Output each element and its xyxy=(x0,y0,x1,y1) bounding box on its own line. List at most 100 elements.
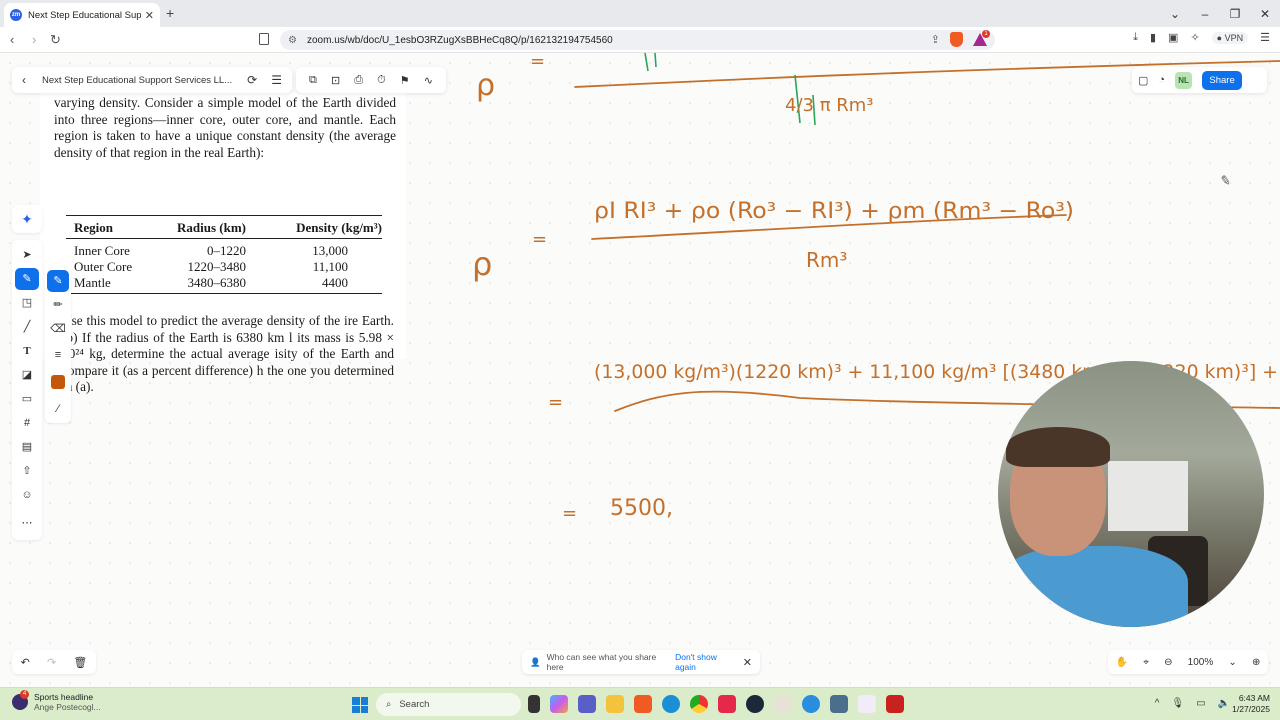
url-bar[interactable]: ⚙ zoom.us/wb/doc/U_1esbO3RZugXsBBHeCq8Q/… xyxy=(280,30,995,50)
sync-icon[interactable]: ⟳ xyxy=(247,73,257,87)
eraser-icon[interactable]: ⌫ xyxy=(47,318,69,340)
back-icon[interactable]: ‹ xyxy=(22,73,26,87)
zoom-in-icon[interactable]: ⊕ xyxy=(1252,657,1260,668)
frame-tool-icon[interactable]: # xyxy=(15,412,39,434)
file-explorer-icon[interactable] xyxy=(606,695,624,713)
numerator-2: ρI RI³ + ρo (Ro³ − RI³) + ρm (Rm³ − Ro³) xyxy=(594,199,1074,224)
news-widget[interactable]: 4 Sports headline Ange Postecogl... xyxy=(12,690,101,712)
undo-icon[interactable]: ↶ xyxy=(21,656,30,669)
vpn-button[interactable]: ● VPN xyxy=(1211,31,1249,44)
close-icon[interactable]: ✕ xyxy=(743,656,752,669)
new-tab-button[interactable]: + xyxy=(166,5,174,21)
volume-icon[interactable]: 🔈 xyxy=(1218,698,1230,709)
sparkle-icon: ✦ xyxy=(21,211,33,227)
pages-icon[interactable]: ⧉ xyxy=(309,74,317,87)
stroke-width-icon[interactable]: ≡ xyxy=(47,344,69,366)
notification-badge: 4 xyxy=(20,690,29,699)
menu-icon[interactable]: ☰ xyxy=(271,73,282,87)
brave-rewards-icon[interactable]: 1 xyxy=(973,30,990,46)
vote-icon[interactable]: ⚑ xyxy=(400,74,410,87)
comment-tool-icon[interactable]: ▭ xyxy=(15,388,39,410)
select-tool-icon[interactable]: ➤ xyxy=(15,244,39,266)
forward-icon[interactable]: › xyxy=(32,32,36,47)
trash-icon[interactable]: 🗑 xyxy=(73,656,87,669)
pencil-icon[interactable]: ✏ xyxy=(47,294,69,316)
reload-icon[interactable]: ↻ xyxy=(50,32,61,48)
edge-icon[interactable] xyxy=(662,695,680,713)
widget-title: Sports headline xyxy=(34,692,94,702)
snipping-tool-icon[interactable] xyxy=(774,695,792,713)
comments-icon[interactable]: ▢ xyxy=(1138,74,1148,87)
locate-icon[interactable]: ⌖ xyxy=(1143,657,1149,668)
whiteboard-tools-bar: ⧉ ⊡ ⎙ ⏱ ⚑ ∿ xyxy=(296,67,446,93)
avatar[interactable]: NL xyxy=(1175,71,1193,89)
calculator-icon[interactable] xyxy=(830,695,848,713)
ai-companion-button[interactable]: ✦ xyxy=(12,205,42,233)
teams-icon[interactable] xyxy=(578,695,596,713)
windows-start-icon[interactable] xyxy=(352,697,368,713)
sidebar-icon[interactable]: ▮ xyxy=(1150,31,1156,44)
export-icon[interactable]: ⎙ xyxy=(354,74,363,87)
download-icon[interactable]: ⤓ xyxy=(1133,31,1138,44)
color-swatch[interactable] xyxy=(51,375,65,389)
shapes-tool-icon[interactable]: ◳ xyxy=(15,292,39,314)
microphone-icon[interactable]: 🎙 xyxy=(1171,698,1184,709)
share-button[interactable]: Share xyxy=(1202,70,1243,90)
clock[interactable]: 6:43 AM 1/27/2025 xyxy=(1232,693,1270,715)
copilot-icon[interactable] xyxy=(550,695,568,713)
more-icon[interactable]: ⋯ xyxy=(15,512,39,534)
present-icon[interactable]: ⊡ xyxy=(331,74,340,87)
url-text[interactable]: zoom.us/wb/doc/U_1esbO3RZugXsBBHeCq8Q/p/… xyxy=(307,35,613,46)
close-window-button[interactable]: ✕ xyxy=(1250,7,1280,21)
network-icon[interactable]: ▭ xyxy=(1196,698,1205,709)
vpn-app-icon[interactable] xyxy=(802,695,820,713)
dont-show-again-link[interactable]: Don't show again xyxy=(675,652,737,672)
show-hidden-icons[interactable]: ^ xyxy=(1155,698,1160,709)
whiteboard-canvas[interactable]: varying density. Consider a simple model… xyxy=(0,53,1280,687)
pen-icon[interactable]: ✎ xyxy=(47,270,69,292)
template-icon[interactable]: ▤ xyxy=(15,436,39,458)
webcam-video[interactable] xyxy=(998,361,1264,627)
menu-icon[interactable]: ☰ xyxy=(1260,31,1270,44)
window-controls: ⌄ – ❐ ✕ xyxy=(1160,0,1280,27)
taskbar-search[interactable]: ⌕ Search xyxy=(376,693,521,716)
line-tool-icon[interactable]: ╱ xyxy=(15,316,39,338)
laser-pen-icon[interactable]: ⁄ xyxy=(47,398,69,420)
annotate-icon[interactable]: ∿ xyxy=(424,74,433,87)
sticky-note-icon[interactable]: ◪ xyxy=(15,364,39,386)
timer-icon[interactable]: ⏱ xyxy=(377,74,386,87)
upload-icon[interactable]: ⇧ xyxy=(15,460,39,482)
emoji-icon[interactable]: ☺ xyxy=(15,484,39,506)
acrobat-icon[interactable] xyxy=(886,695,904,713)
tab-search-icon[interactable]: ⌄ xyxy=(1160,7,1190,21)
search-label: Search xyxy=(399,699,430,710)
zoom-out-icon[interactable]: ⊖ xyxy=(1164,657,1172,668)
doc-name[interactable]: Next Step Educational Support Services L… xyxy=(42,75,233,86)
share-page-icon[interactable]: ⇪ xyxy=(931,33,940,46)
redo-icon[interactable]: ↷ xyxy=(47,656,56,669)
back-icon[interactable]: ‹ xyxy=(10,32,14,47)
close-tab-icon[interactable]: ✕ xyxy=(145,9,154,22)
text-tool-icon[interactable]: T xyxy=(15,340,39,362)
brave-icon[interactable] xyxy=(634,695,652,713)
itunes-icon[interactable] xyxy=(858,695,876,713)
restore-button[interactable]: ❐ xyxy=(1220,7,1250,21)
follow-icon[interactable]: ◔ xyxy=(1158,74,1165,86)
wallet-icon[interactable]: ▣ xyxy=(1168,31,1178,44)
zoom-level[interactable]: 100% xyxy=(1188,657,1214,668)
hand-tool-icon[interactable]: ✋ xyxy=(1116,657,1128,668)
minimize-button[interactable]: – xyxy=(1190,7,1220,21)
browser-tab[interactable]: zm Next Step Educational Support ✕ xyxy=(4,3,160,27)
browser-right-tools: ⤓ ▮ ▣ ✧ ● VPN ☰ xyxy=(1133,31,1270,44)
brave-shields-icon[interactable] xyxy=(950,32,963,47)
quip-icon[interactable] xyxy=(718,695,736,713)
chevron-down-icon[interactable]: ⌄ xyxy=(1228,657,1236,668)
task-view-icon[interactable] xyxy=(528,695,540,713)
steam-icon[interactable] xyxy=(746,695,764,713)
chrome-icon[interactable] xyxy=(690,695,708,713)
leo-ai-icon[interactable]: ✧ xyxy=(1190,31,1199,44)
pen-tool-icon[interactable]: ✎ xyxy=(15,268,39,290)
screen: zm Next Step Educational Support ✕ + ⌄ –… xyxy=(0,0,1280,720)
site-info-icon[interactable]: ⚙ xyxy=(288,35,297,46)
bookmark-icon[interactable] xyxy=(259,33,269,45)
